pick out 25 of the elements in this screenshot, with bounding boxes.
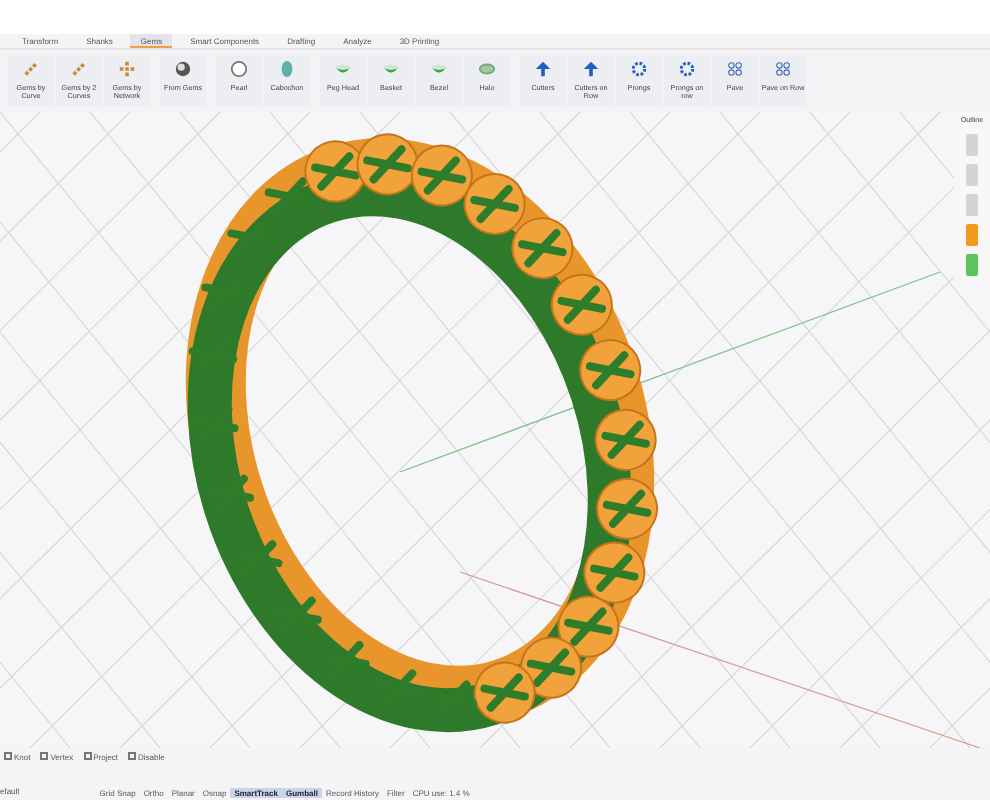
checkbox[interactable]	[83, 752, 92, 761]
circle-icon	[230, 60, 248, 78]
oval-icon	[278, 60, 296, 78]
arrow-icon	[582, 60, 600, 78]
chain-icon	[22, 60, 40, 78]
sphere-icon	[174, 60, 192, 78]
checkbox[interactable]	[128, 752, 137, 761]
ring-icon	[630, 60, 648, 78]
circles-icon	[774, 60, 792, 78]
checkbox[interactable]	[40, 752, 49, 761]
cross-icon	[118, 60, 136, 78]
bowl-icon	[334, 60, 352, 78]
layer-swatch[interactable]	[966, 134, 978, 157]
bowl-icon	[430, 60, 448, 78]
ring-icon	[678, 60, 696, 78]
bowl-icon	[382, 60, 400, 78]
layer-swatch[interactable]	[966, 194, 978, 217]
layer-swatch[interactable]	[966, 224, 978, 247]
circles-icon	[726, 60, 744, 78]
ring-icon	[478, 60, 496, 78]
chain-icon	[70, 60, 88, 78]
layer-swatch[interactable]	[966, 164, 978, 187]
checkbox[interactable]	[4, 752, 12, 761]
layer-swatch[interactable]	[966, 254, 978, 277]
arrow-icon	[534, 60, 552, 78]
